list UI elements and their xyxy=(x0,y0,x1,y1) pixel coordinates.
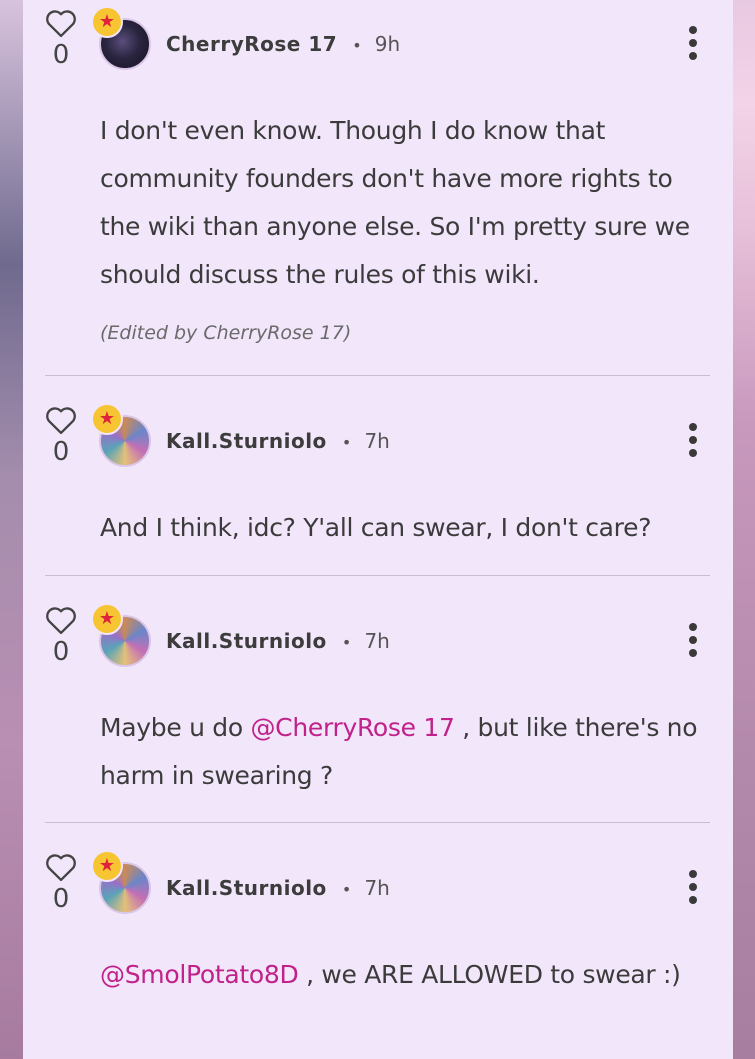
divider xyxy=(45,375,710,376)
background-left xyxy=(0,0,23,1059)
like-button[interactable]: 0 xyxy=(43,405,79,467)
more-vertical-icon[interactable] xyxy=(681,623,705,663)
timestamp: 9h xyxy=(374,32,401,56)
comment-text: @SmolPotato8D , we ARE ALLOWED to swear … xyxy=(100,951,710,999)
like-button[interactable]: 0 xyxy=(43,852,79,914)
star-badge-icon: ★ xyxy=(91,6,123,38)
separator-dot: • xyxy=(341,433,352,452)
avatar-container[interactable]: ★ xyxy=(91,6,155,74)
star-badge-icon: ★ xyxy=(91,403,123,435)
username[interactable]: Kall.Sturniolo xyxy=(166,429,327,453)
star-badge-icon: ★ xyxy=(91,603,123,635)
user-mention[interactable]: @SmolPotato8D xyxy=(100,960,299,989)
comment-text: Maybe u do @CherryRose 17 , but like the… xyxy=(100,704,710,800)
star-badge-icon: ★ xyxy=(91,850,123,882)
comments-panel: 0 ★ CherryRose 17 • 9h I don't even know… xyxy=(23,0,733,1059)
separator-dot: • xyxy=(352,36,362,55)
divider xyxy=(45,575,710,576)
divider xyxy=(45,822,710,823)
separator-dot: • xyxy=(341,880,352,899)
username[interactable]: Kall.Sturniolo xyxy=(166,629,327,653)
comment-text: And I think, idc? Y'all can swear, I don… xyxy=(100,513,652,542)
like-count: 0 xyxy=(52,884,70,914)
comment-meta: CherryRose 17 • 9h xyxy=(166,32,400,56)
timestamp: 7h xyxy=(364,876,390,900)
avatar-container[interactable]: ★ xyxy=(91,850,155,918)
timestamp: 7h xyxy=(364,429,390,453)
comment-text: I don't even know. Though I do know that… xyxy=(100,116,690,289)
user-mention[interactable]: @CherryRose 17 xyxy=(250,713,454,742)
like-button[interactable]: 0 xyxy=(43,605,79,667)
comment-meta: Kall.Sturniolo • 7h xyxy=(166,429,390,453)
like-button[interactable]: 0 xyxy=(43,8,79,70)
comment-meta: Kall.Sturniolo • 7h xyxy=(166,629,390,653)
more-vertical-icon[interactable] xyxy=(681,26,705,66)
heart-outline-icon[interactable] xyxy=(44,605,78,635)
avatar-container[interactable]: ★ xyxy=(91,603,155,671)
comment-text-part: , we ARE ALLOWED to swear :) xyxy=(298,960,681,989)
more-vertical-icon[interactable] xyxy=(681,423,705,463)
username[interactable]: CherryRose 17 xyxy=(166,32,337,56)
heart-outline-icon[interactable] xyxy=(44,852,78,882)
comment-text-part: Maybe u do xyxy=(100,713,251,742)
background-right xyxy=(733,0,755,1059)
username[interactable]: Kall.Sturniolo xyxy=(166,876,327,900)
like-count: 0 xyxy=(52,437,70,467)
separator-dot: • xyxy=(341,633,352,652)
comment-meta: Kall.Sturniolo • 7h xyxy=(166,876,390,900)
avatar-container[interactable]: ★ xyxy=(91,403,155,471)
more-vertical-icon[interactable] xyxy=(681,870,705,910)
heart-outline-icon[interactable] xyxy=(44,8,78,38)
like-count: 0 xyxy=(52,40,70,70)
like-count: 0 xyxy=(52,637,70,667)
heart-outline-icon[interactable] xyxy=(44,405,78,435)
timestamp: 7h xyxy=(364,629,390,653)
edited-note: (Edited by CherryRose 17) xyxy=(100,322,352,344)
